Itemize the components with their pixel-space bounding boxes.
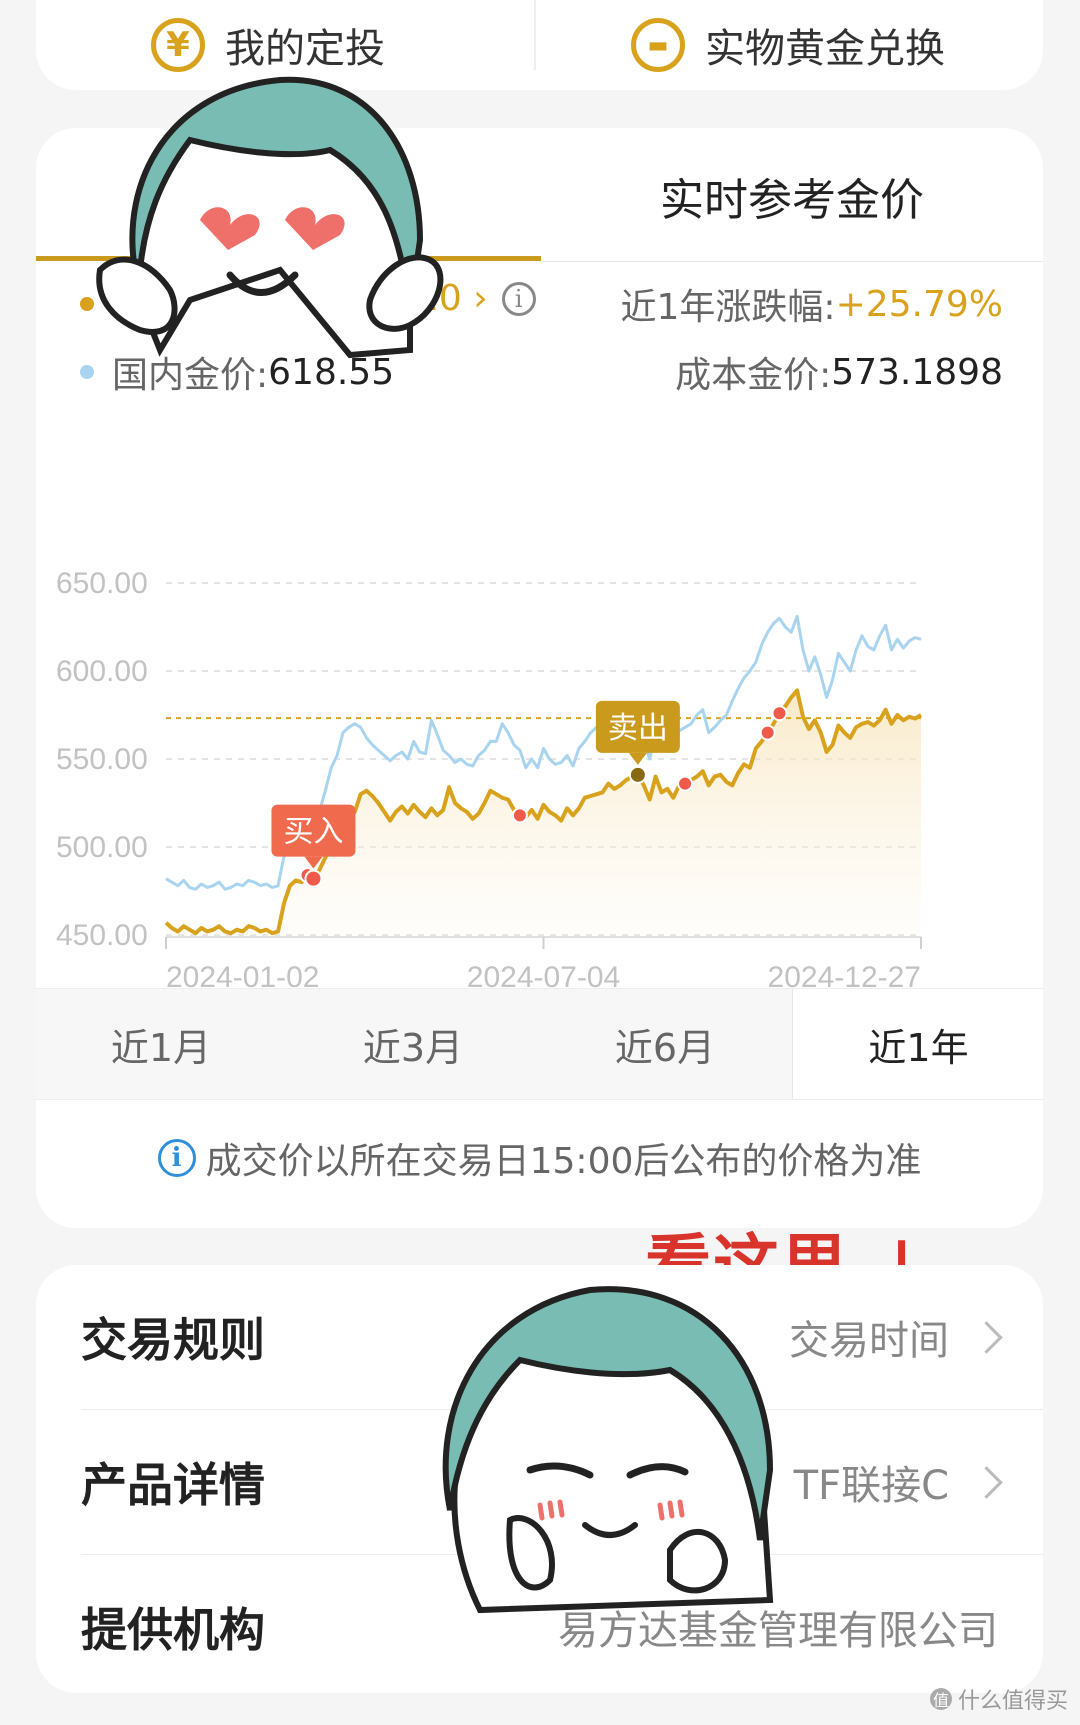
period-tab-3m[interactable]: 近3月	[288, 989, 538, 1099]
period-tab-6m-label: 近6月	[614, 1025, 716, 1070]
sell-point	[628, 765, 647, 784]
x-tick-label: 2024-12-27	[768, 961, 921, 988]
x-tick-label: 2024-01-02	[166, 961, 319, 988]
y-tick-label: 550.00	[56, 743, 148, 776]
chevron-right-icon	[970, 1465, 1003, 1499]
period-tabs: 近1月 近3月 近6月 近1年	[36, 988, 1043, 1100]
notice-text: 成交价以所在交易日15:00后公布的价格为准	[205, 1141, 922, 1182]
trade-point	[511, 807, 528, 824]
yen-coin-icon: ¥	[151, 18, 205, 72]
change-label: 近1年涨跌幅:	[620, 287, 836, 328]
gold-exchange-button[interactable]: ▬ 实物黄金兑换	[631, 0, 945, 90]
cost-label: 成本金价:	[675, 355, 832, 396]
trade-rules-value: 交易时间	[789, 1308, 1003, 1366]
sell-tag-pointer	[628, 752, 647, 765]
buy-point	[304, 869, 323, 888]
trade-rules-value-text: 交易时间	[789, 1318, 949, 1364]
x-tick-label: 2024-07-04	[467, 961, 620, 988]
y-tick-label: 450.00	[56, 919, 148, 952]
one-year-change: 近1年涨跌幅: +25.79%	[621, 278, 1003, 330]
period-tab-1y-label: 近1年	[868, 1025, 969, 1070]
gold-ingot-icon: ▬	[631, 18, 685, 72]
trade-point	[759, 724, 776, 741]
period-tab-3m-label: 近3月	[362, 1025, 464, 1070]
notice-info-icon: i	[157, 1139, 196, 1177]
y-tick-label: 650.00	[56, 567, 148, 600]
cost-value: 573.1898	[831, 351, 1003, 393]
info-icon[interactable]: i	[501, 281, 536, 316]
trade-rules-label: 交易规则	[81, 1313, 265, 1367]
tab-realtime-gold-price-label: 实时参考金价	[660, 174, 924, 226]
product-details-value-text: TF联接C	[793, 1463, 949, 1509]
watermark: 值 什么值得买	[929, 1683, 1068, 1715]
change-value: +25.79%	[835, 283, 1003, 325]
tab-realtime-gold-price[interactable]: 实时参考金价	[541, 128, 1043, 263]
watermark-logo-icon: 值	[929, 1688, 952, 1710]
period-tab-1m[interactable]: 近1月	[36, 989, 286, 1099]
tabbar-divider	[541, 261, 1043, 262]
chevron-right-icon	[970, 1320, 1003, 1354]
y-tick-label: 600.00	[56, 655, 148, 688]
my-auto-invest-label: 我的定投	[225, 26, 385, 72]
y-tick-label: 500.00	[56, 831, 148, 864]
sell-tag-label: 卖出	[608, 711, 668, 746]
period-tab-1y[interactable]: 近1年	[792, 989, 1043, 1099]
gold-exchange-label: 实物黄金兑换	[705, 26, 945, 72]
product-details-label: 产品详情	[81, 1458, 265, 1512]
watermark-text: 什么值得买	[957, 1689, 1068, 1714]
shortcut-divider	[534, 0, 536, 70]
price-notice: i 成交价以所在交易日15:00后公布的价格为准	[36, 1103, 1043, 1213]
trade-point	[771, 705, 788, 722]
product-details-value: TF联接C	[793, 1453, 1003, 1511]
price-line-chart: 650.00 600.00 550.00 500.00 450.00 2024-01-02…	[56, 567, 923, 988]
period-tab-1m-label: 近1月	[110, 1025, 212, 1070]
provider-label: 提供机构	[81, 1603, 265, 1657]
buy-tag-label: 买入	[283, 815, 343, 850]
trade-point	[677, 775, 694, 792]
heart-eyes-sticker	[96, 76, 444, 359]
sleepy-face-sticker	[442, 1286, 774, 1614]
period-tab-6m[interactable]: 近6月	[540, 989, 790, 1099]
cost-price: 成本金价: 573.1898	[675, 346, 1003, 398]
